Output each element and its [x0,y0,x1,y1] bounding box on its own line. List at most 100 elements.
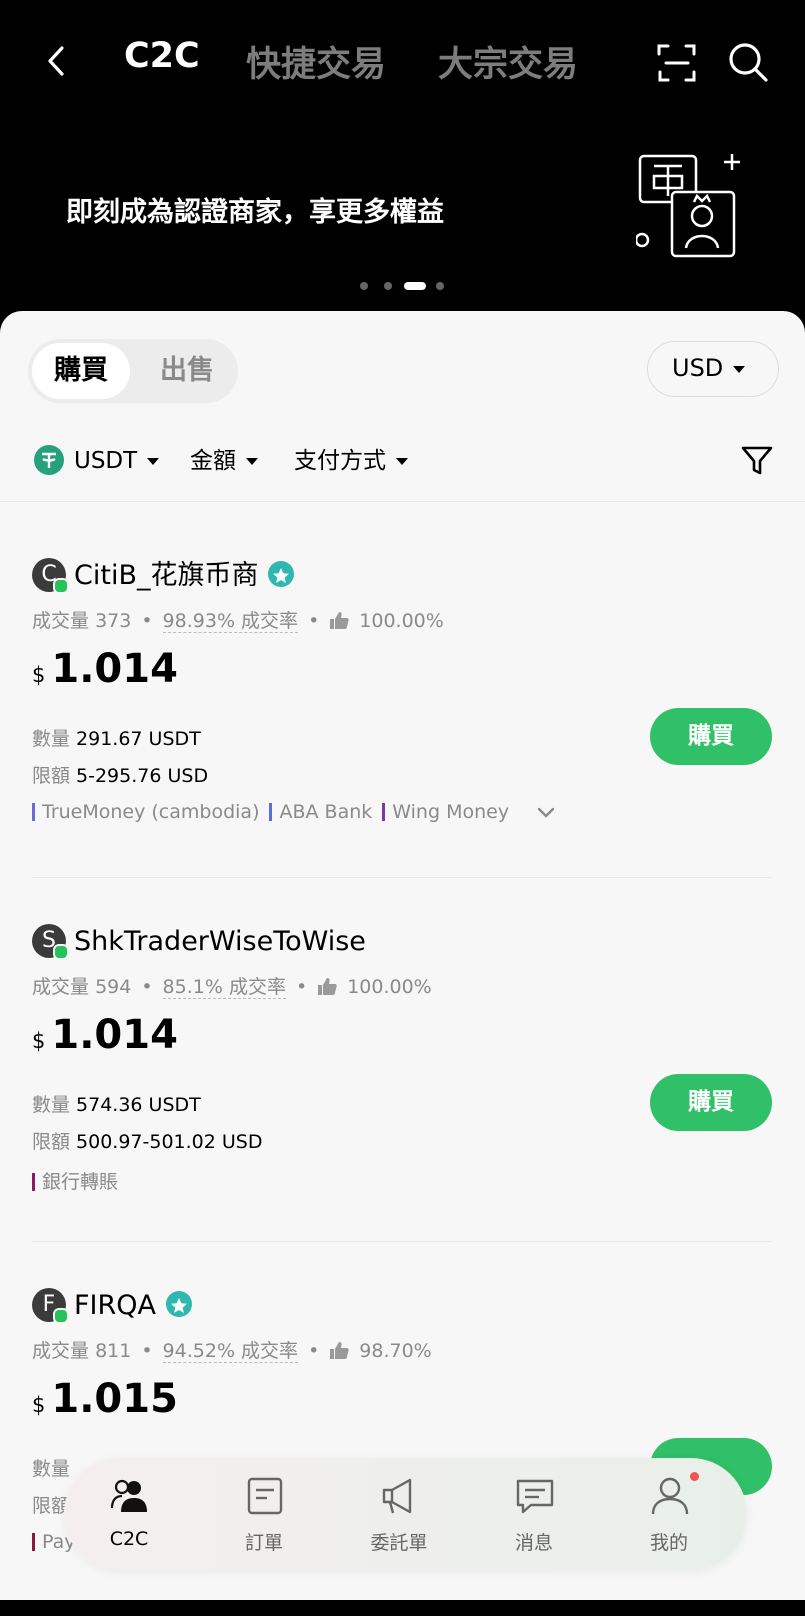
sell-tab[interactable]: 出售 [138,343,236,399]
offer-card: C CitiB_花旗币商 成交量 373 • 98.93% 成交率 • 100.00% $… [32,556,772,886]
banner-text[interactable]: 即刻成為認證商家，享更多權益 [66,190,444,229]
completion-value: 85.1% [162,976,223,998]
merchant-row[interactable]: S ShkTraderWiseToWise [32,922,366,962]
payment-name: 銀行轉賬 [42,1171,119,1193]
amount-filter-label: 金額 [190,448,236,474]
pager-dot[interactable] [360,282,368,290]
quantity-row: 數量 574.36 USDT [32,1090,201,1117]
pager-dot[interactable] [436,282,444,290]
completion-rate[interactable]: 85.1% 成交率 [162,976,286,999]
rating-value: 98.70% [359,1340,432,1362]
order-icon [247,1477,283,1515]
nav-orders[interactable]: 訂單 [209,1458,319,1570]
rating-value: 100.00% [359,610,444,632]
notification-dot [690,1472,699,1481]
quantity-value: 574.36 USDT [76,1094,201,1116]
currency-symbol: $ [32,663,46,687]
price: $1.015 [32,1376,178,1422]
chevron-down-icon[interactable] [537,807,555,819]
thumbs-up-icon [330,611,349,629]
fiat-currency-select[interactable]: USD [647,341,779,397]
avatar: C [32,557,69,594]
nav-entrust[interactable]: 委託單 [344,1458,454,1570]
divider [32,1241,772,1242]
completion-rate[interactable]: 94.52% 成交率 [162,1340,299,1363]
coin-filter[interactable]: USDT [34,441,160,481]
users-icon [110,1479,147,1512]
pager-dot-active[interactable] [404,282,426,290]
back-arrow-icon[interactable] [42,44,72,78]
payment-color-bar [32,1172,35,1191]
usdt-icon [34,444,64,475]
avatar: F [32,1287,69,1324]
nav-messages[interactable]: 消息 [479,1458,589,1570]
payment-color-bar [32,802,35,821]
buy-sell-toggle: 購買 出售 [28,339,238,403]
merchant-stats: 成交量 811 • 94.52% 成交率 • 98.70% [32,1340,432,1363]
trades-label: 成交量 [32,610,90,632]
caret-down-icon [246,458,258,465]
tab-block-trade[interactable]: 大宗交易 [438,36,578,87]
nav-label: 委託單 [370,1532,428,1554]
tab-quick-trade[interactable]: 快捷交易 [246,36,386,87]
merchant-name: ShkTraderWiseToWise [74,926,366,957]
bottom-nav: C2C 訂單 委託單 消息 我的 [64,1458,747,1570]
buy-button[interactable]: 購買 [650,1074,772,1131]
quantity-label: 數量 [32,1458,71,1480]
top-nav: C2C 快捷交易 大宗交易 [0,0,805,120]
nav-c2c[interactable]: C2C [74,1458,184,1570]
filter-bar: USDT 金額 支付方式 [34,441,774,481]
limit-label: 限額 [32,1131,71,1153]
merchant-row[interactable]: C CitiB_花旗币商 [32,556,295,596]
price-value: 1.015 [51,1376,178,1422]
amount-filter[interactable]: 金額 [190,441,258,481]
limit-row: 限額 5-295.76 USD [32,761,208,788]
completion-value: 94.52% [162,1340,235,1362]
c2c-sheet: 購買 出售 USD USDT 金額 支付方式 C CitiB_花旗币商 成交量 3… [0,311,805,1600]
merchant-stats: 成交量 373 • 98.93% 成交率 • 100.00% [32,610,444,633]
completion-label: 成交率 [228,976,286,998]
trades-count: 811 [95,1340,132,1362]
limit-label: 限額 [32,765,71,787]
megaphone-icon [382,1478,412,1514]
caret-down-icon [147,458,160,465]
coin-filter-label: USDT [74,448,138,474]
payment-name: Wing Money [392,801,510,823]
online-status-icon [53,1307,69,1324]
tab-c2c[interactable]: C2C [124,36,200,76]
caret-down-icon [396,458,408,465]
payment-method: 銀行轉賬 [32,1171,118,1193]
caret-down-icon [733,365,746,373]
payment-filter-label: 支付方式 [294,448,386,474]
payment-color-bar [32,1532,35,1551]
merchant-certificate-icon [636,154,740,258]
payment-color-bar [382,802,386,821]
quantity-row: 數量 291.67 USDT [32,724,201,751]
trades-count: 373 [95,610,132,632]
merchant-row[interactable]: F FIRQA [32,1286,192,1326]
payment-filter[interactable]: 支付方式 [294,441,408,481]
funnel-filter-icon[interactable] [740,443,774,477]
completion-value: 98.93% [162,610,235,632]
buy-tab[interactable]: 購買 [32,343,130,399]
payment-name: TrueMoney (cambodia) [42,801,260,823]
rating-value: 100.00% [347,976,432,998]
completion-label: 成交率 [241,1340,299,1362]
quantity-label: 數量 [32,728,71,750]
fiat-currency-value: USD [672,354,724,382]
quantity-value: 291.67 USDT [76,728,201,750]
payment-method: Wing Money [382,801,509,823]
price: $1.014 [32,646,178,692]
payment-methods: 銀行轉賬 [32,1167,128,1194]
buy-button[interactable]: 購買 [650,708,772,765]
offer-card: S ShkTraderWiseToWise 成交量 594 • 85.1% 成交率 • 1… [32,922,772,1252]
trades-label: 成交量 [32,976,90,998]
nav-profile[interactable]: 我的 [614,1458,724,1570]
online-status-icon [53,943,69,960]
payment-methods: TrueMoney (cambodia) ABA Bank Wing Money [32,801,555,823]
completion-rate[interactable]: 98.93% 成交率 [162,610,299,633]
scan-icon[interactable] [656,42,698,84]
search-icon[interactable] [726,40,770,84]
pager-dot[interactable] [384,282,392,290]
divider [32,877,772,878]
